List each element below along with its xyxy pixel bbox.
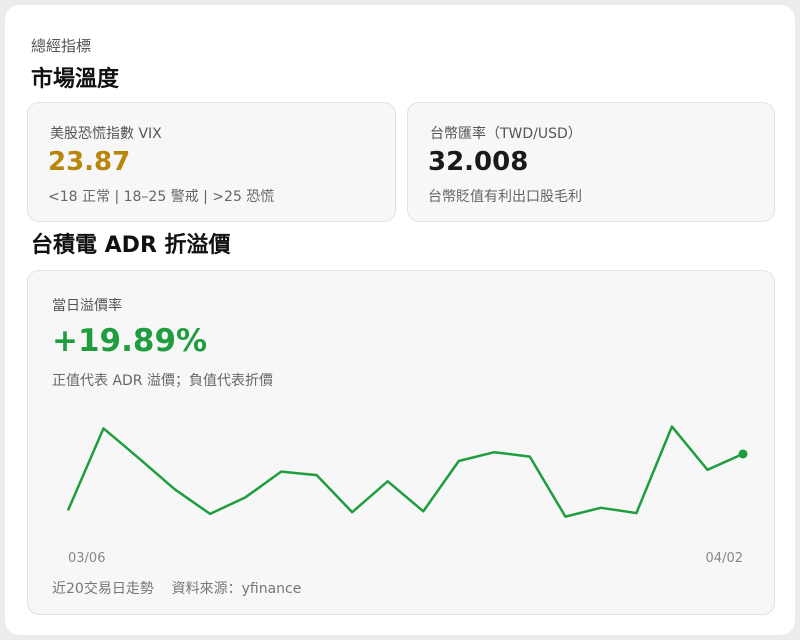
fx-value: 32.008: [428, 147, 529, 177]
adr-footer: 近20交易日走勢 資料來源：yfinance: [52, 581, 302, 597]
adr-card: 03/06 04/02 當日溢價率 +19.89% 正值代表 ADR 溢價；負值代…: [27, 270, 775, 615]
vix-label: 美股恐慌指數 VIX: [50, 126, 162, 142]
x-tick-label: 03/06: [68, 551, 105, 566]
vix-value: 23.87: [48, 147, 131, 177]
x-tick-label: 04/02: [706, 551, 743, 566]
fx-note: 台幣貶值有利出口股毛利: [428, 189, 582, 205]
vix-card: 美股恐慌指數 VIX 23.87 <18 正常 | 18–25 警戒 | >25…: [27, 102, 396, 222]
section-eyebrow: 總經指標: [31, 37, 92, 55]
vix-note: <18 正常 | 18–25 警戒 | >25 恐慌: [48, 189, 275, 205]
page-title: 市場溫度: [31, 67, 120, 92]
adr-section-title: 台積電 ADR 折溢價: [31, 233, 231, 258]
market-temperature-card: 總經指標 市場溫度 美股恐慌指數 VIX 23.87 <18 正常 | 18–2…: [5, 5, 795, 635]
adr-value: +19.89%: [52, 323, 208, 359]
latest-point-marker: [738, 449, 748, 459]
adr-premium-line: [66, 425, 744, 518]
fx-card: 台幣匯率（TWD/USD） 32.008 台幣貶值有利出口股毛利: [407, 102, 775, 222]
adr-note: 正值代表 ADR 溢價；負值代表折價: [52, 373, 273, 389]
fx-label: 台幣匯率（TWD/USD）: [430, 126, 582, 142]
adr-label: 當日溢價率: [52, 298, 122, 314]
